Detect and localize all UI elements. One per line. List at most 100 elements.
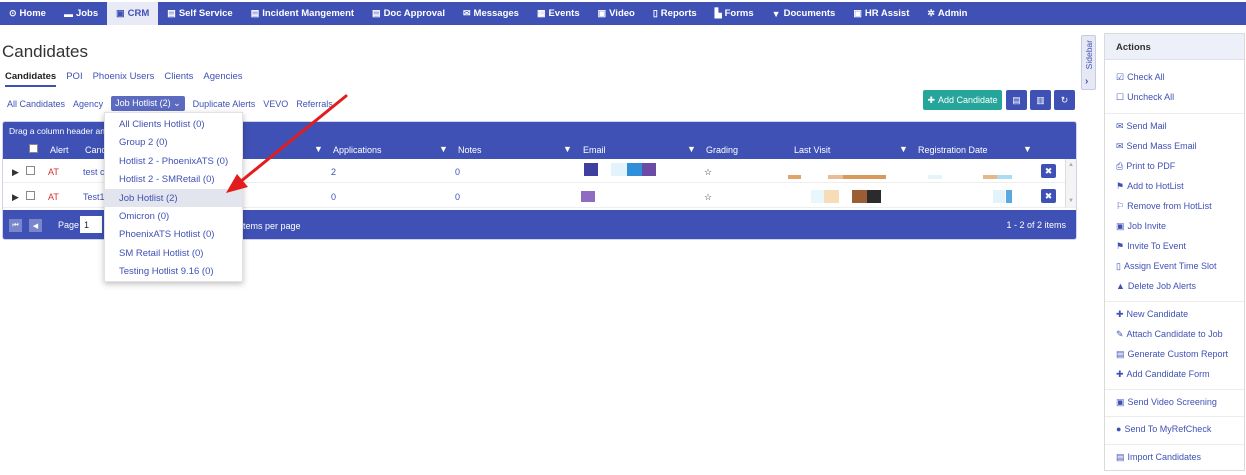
grading-star-icon[interactable]: ☆ — [704, 167, 712, 178]
nav-forms[interactable]: ▙ Forms — [706, 2, 763, 25]
filter-job-hotlist[interactable]: Job Hotlist (2) ⌄ — [111, 96, 185, 111]
action-add-candidate-form[interactable]: ✚ Add Candidate Form — [1116, 369, 1210, 380]
add-candidate-button[interactable]: ✚ Add Candidate — [923, 90, 1002, 110]
delete-row-button[interactable]: ✖ — [1041, 164, 1056, 178]
nav-incident-mangement[interactable]: ▤ Incident Mangement — [242, 2, 363, 25]
col-email[interactable]: Email — [583, 145, 606, 155]
applications-count[interactable]: 0 — [331, 192, 336, 202]
action-assign-event-time-slot[interactable]: ▯ Assign Event Time Slot — [1116, 261, 1217, 272]
select-all-checkbox[interactable] — [29, 144, 38, 153]
file-excel-icon: ▤ — [1012, 94, 1021, 105]
expand-row-icon[interactable]: ▶ — [12, 192, 19, 203]
file-pdf-icon: ▥ — [1036, 94, 1045, 105]
action-add-to-hotlist[interactable]: ⚑ Add to HotList — [1116, 181, 1184, 192]
nav-home[interactable]: ⊙ Home — [0, 2, 55, 25]
table-icon: ▤ — [1116, 452, 1125, 462]
notes-count[interactable]: 0 — [455, 167, 460, 177]
page-number-input[interactable] — [80, 216, 102, 233]
col-registration-date[interactable]: Registration Date — [918, 145, 988, 155]
action-check-all[interactable]: ☑ Check All — [1116, 72, 1165, 83]
hotlist-option-hotlist-2-phoenixats[interactable]: Hotlist 2 - PhoenixATS (0) — [105, 152, 242, 170]
col-grading[interactable]: Grading — [706, 145, 738, 155]
hotlist-option-phoenixats[interactable]: PhoenixATS Hotlist (0) — [105, 225, 242, 243]
filter-icon[interactable]: ▼ — [314, 144, 323, 154]
filter-referrals[interactable]: Referrals — [296, 99, 333, 109]
export-pdf-button[interactable]: ▥ — [1030, 90, 1051, 110]
redacted-last-visit — [811, 190, 824, 203]
row-checkbox[interactable] — [26, 191, 35, 200]
first-page-icon: ⏮ — [12, 221, 19, 229]
nav-crm[interactable]: ▣ CRM — [107, 2, 159, 25]
sidebar-toggle[interactable]: Sidebar › — [1081, 35, 1096, 90]
action-job-invite[interactable]: ▣ Job Invite — [1116, 221, 1166, 232]
nav-messages[interactable]: ✉ Messages — [454, 2, 528, 25]
row-checkbox[interactable] — [26, 166, 35, 175]
action-invite-to-event[interactable]: ⚑ Invite To Event — [1116, 241, 1186, 252]
mobile-icon: ▯ — [1116, 261, 1121, 271]
close-icon: ✖ — [1044, 165, 1053, 176]
first-page-button[interactable]: ⏮ — [9, 219, 22, 232]
action-remove-from-hotlist[interactable]: ⚐ Remove from HotList — [1116, 201, 1212, 212]
nav-jobs[interactable]: ▬ Jobs — [55, 2, 107, 25]
delete-row-button[interactable]: ✖ — [1041, 189, 1056, 203]
filter-agency[interactable]: Agency — [73, 99, 103, 109]
nav-reports[interactable]: ▯ Reports — [644, 2, 706, 25]
hotlist-option-testing[interactable]: Testing Hotlist 9.16 (0) — [105, 262, 242, 280]
action-print-to-pdf[interactable]: ⎙ Print to PDF — [1116, 161, 1175, 172]
nav-video[interactable]: ▣ Video — [589, 2, 644, 25]
filter-icon[interactable]: ▼ — [687, 144, 696, 154]
hotlist-option-group-2[interactable]: Group 2 (0) — [105, 133, 242, 151]
hotlist-option-omicron[interactable]: Omicron (0) — [105, 207, 242, 225]
nav-self-service[interactable]: ▤ Self Service — [158, 2, 241, 25]
nav-doc-approval[interactable]: ▤ Doc Approval — [363, 2, 454, 25]
export-excel-button[interactable]: ▤ — [1006, 90, 1027, 110]
previous-page-button[interactable]: ◀ — [29, 219, 42, 232]
action-send-mail[interactable]: ✉ Send Mail — [1116, 121, 1167, 132]
filter-icon[interactable]: ▼ — [899, 144, 908, 154]
action-attach-candidate-to-job[interactable]: ✎ Attach Candidate to Job — [1116, 329, 1223, 340]
tab-candidates[interactable]: Candidates — [5, 71, 57, 87]
hotlist-option-hotlist-2-smretail[interactable]: Hotlist 2 - SMRetail (0) — [105, 170, 242, 188]
nav-admin[interactable]: ✲ Admin — [918, 2, 976, 25]
nav-events[interactable]: ▦ Events — [528, 2, 589, 25]
col-last-visit[interactable]: Last Visit — [794, 145, 830, 155]
notes-count[interactable]: 0 — [455, 192, 460, 202]
hotlist-option-job-hotlist[interactable]: Job Hotlist (2) — [105, 188, 242, 207]
action-delete-job-alerts[interactable]: ▲ Delete Job Alerts — [1116, 281, 1196, 291]
nav-hr-assist[interactable]: ▣ HR Assist — [844, 2, 918, 25]
nav-label: Jobs — [75, 8, 99, 19]
action-import-candidates[interactable]: ▤ Import Candidates — [1116, 452, 1201, 463]
refresh-button[interactable]: ↻ — [1054, 90, 1075, 110]
tab-clients[interactable]: Clients — [164, 71, 193, 87]
action-new-candidate[interactable]: ✚ New Candidate — [1116, 309, 1188, 320]
filter-icon[interactable]: ▼ — [439, 144, 448, 154]
filter-icon[interactable]: ▼ — [1023, 144, 1032, 154]
table-icon: ▤ — [1116, 349, 1125, 359]
actions-divider — [1105, 416, 1244, 417]
scroll-down-icon[interactable]: ▼ — [1068, 198, 1074, 204]
nav-documents[interactable]: ▼ Documents — [763, 2, 845, 25]
hotlist-option-all-clients[interactable]: All Clients Hotlist (0) — [105, 115, 242, 133]
grid-scrollbar[interactable]: ▲ ▼ — [1065, 159, 1076, 207]
tab-poi[interactable]: POI — [66, 71, 82, 87]
filter-vevo[interactable]: VEVO — [263, 99, 288, 109]
nav-label: CRM — [127, 8, 150, 19]
items-per-page-label: tems per page — [243, 221, 301, 231]
action-uncheck-all[interactable]: ☐ Uncheck All — [1116, 92, 1174, 103]
grading-star-icon[interactable]: ☆ — [704, 192, 712, 203]
col-applications[interactable]: Applications — [333, 145, 382, 155]
action-send-mass-email[interactable]: ✉ Send Mass Email — [1116, 141, 1197, 152]
filter-icon[interactable]: ▼ — [563, 144, 572, 154]
filter-all-candidates[interactable]: All Candidates — [7, 99, 65, 109]
col-notes[interactable]: Notes — [458, 145, 482, 155]
tab-phoenix-users[interactable]: Phoenix Users — [93, 71, 155, 87]
expand-row-icon[interactable]: ▶ — [12, 167, 19, 178]
filter-duplicate-alerts[interactable]: Duplicate Alerts — [193, 99, 256, 109]
action-send-to-myrefcheck[interactable]: ● Send To MyRefCheck — [1116, 424, 1211, 434]
scroll-up-icon[interactable]: ▲ — [1068, 162, 1074, 168]
hotlist-option-sm-retail[interactable]: SM Retail Hotlist (0) — [105, 244, 242, 262]
tab-agencies[interactable]: Agencies — [203, 71, 242, 87]
action-send-video-screening[interactable]: ▣ Send Video Screening — [1116, 397, 1217, 408]
action-generate-custom-report[interactable]: ▤ Generate Custom Report — [1116, 349, 1228, 360]
applications-count[interactable]: 2 — [331, 167, 336, 177]
